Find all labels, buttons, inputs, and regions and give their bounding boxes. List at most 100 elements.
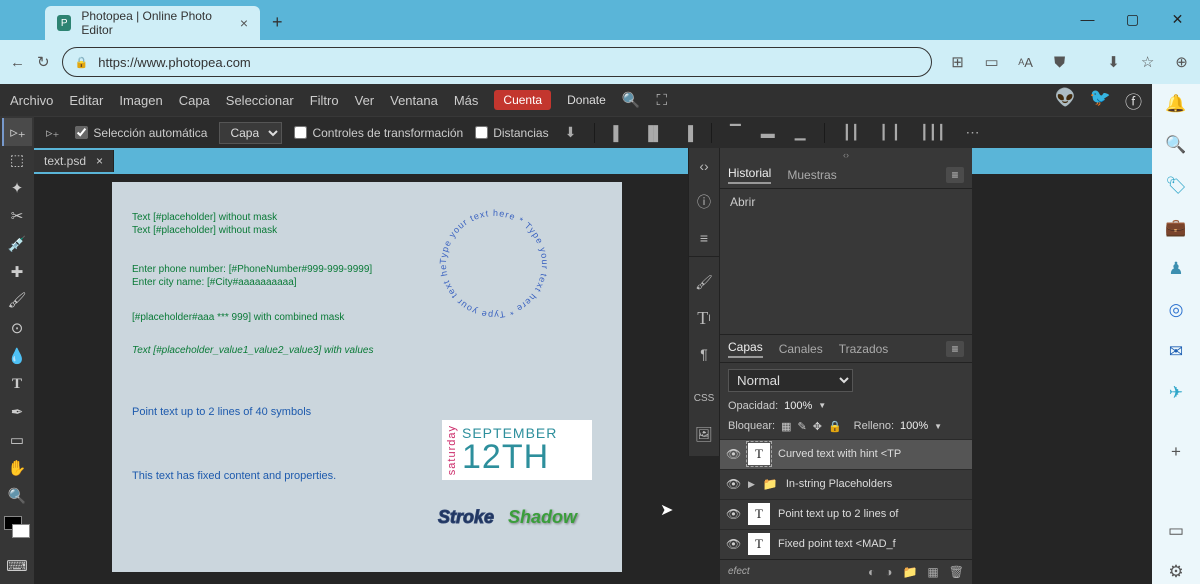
brush-panel-icon[interactable]: 🖌 (689, 264, 719, 300)
layer-row[interactable]: 👁 T Curved text with hint <TP (720, 439, 972, 469)
close-window-button[interactable]: ✕ (1155, 0, 1200, 38)
distribute-more-icon[interactable]: ⋯ (961, 124, 983, 141)
refresh-button[interactable]: ↻ (37, 48, 50, 76)
delete-layer-icon[interactable]: 🗑 (949, 565, 964, 579)
layer-row[interactable]: 👁 ▶ 📁 In-string Placeholders (720, 469, 972, 499)
maximize-button[interactable]: ▢ (1110, 0, 1155, 38)
search-icon[interactable]: 🔍 (622, 91, 641, 109)
adjust-icon[interactable]: ≡ (689, 220, 719, 256)
menu-seleccionar[interactable]: Seleccionar (226, 93, 294, 108)
auto-select-checkbox[interactable]: Selección automática (75, 126, 207, 140)
expand-icon[interactable]: ▶ (748, 479, 755, 490)
align-bottom-icon[interactable]: ▁ (791, 124, 810, 141)
menu-imagen[interactable]: Imagen (119, 93, 162, 108)
align-hcenter-icon[interactable]: ▐▌ (639, 125, 667, 141)
add-sidebar-icon[interactable]: + (1164, 441, 1188, 464)
visibility-icon[interactable]: 👁 (726, 537, 740, 551)
document-tab[interactable]: text.psd × (34, 150, 114, 172)
menu-archivo[interactable]: Archivo (10, 93, 53, 108)
menu-ventana[interactable]: Ventana (390, 93, 438, 108)
tracker-icon[interactable]: ⛊ (1046, 48, 1074, 76)
reddit-icon[interactable]: 👽 (1055, 88, 1076, 113)
lock-pixels-icon[interactable]: ▦ (781, 420, 791, 433)
pen-tool[interactable]: ✒ (2, 398, 32, 426)
panel-menu-icon[interactable]: ≡ (946, 167, 964, 183)
split-screen-icon[interactable]: ⊞ (944, 48, 972, 76)
outlook-icon[interactable]: ✉ (1164, 340, 1188, 363)
blur-tool[interactable]: 💧 (2, 342, 32, 370)
new-layer-icon[interactable]: ▦ (927, 565, 938, 579)
distribute-v-icon[interactable]: ┃┃┃ (916, 124, 949, 141)
effects-label[interactable]: efect (728, 566, 750, 577)
settings-sidebar-icon[interactable]: ⚙ (1164, 561, 1188, 584)
visibility-icon[interactable]: 👁 (726, 507, 740, 521)
lock-brush-icon[interactable]: ✎ (798, 420, 807, 433)
bell-icon[interactable]: 🔔 (1164, 92, 1188, 115)
tab-canales[interactable]: Canales (779, 342, 823, 356)
hand-tool[interactable]: ✋ (2, 454, 32, 482)
info-icon[interactable]: ⓘ (689, 184, 719, 220)
close-doc-icon[interactable]: × (96, 154, 103, 168)
layer-row[interactable]: 👁 T Point text up to 2 lines of (720, 499, 972, 529)
toolbox-icon[interactable]: 💼 (1164, 216, 1188, 239)
move-tool[interactable]: ▹₊ (2, 118, 32, 146)
visibility-icon[interactable]: 👁 (726, 477, 740, 491)
menu-ver[interactable]: Ver (355, 93, 375, 108)
facebook-icon[interactable]: ⓕ (1125, 88, 1142, 113)
downloads-icon[interactable]: ⬇ (1100, 48, 1128, 76)
lock-position-icon[interactable]: ✥ (813, 420, 822, 433)
menu-editar[interactable]: Editar (69, 93, 103, 108)
back-button[interactable]: ← (10, 48, 25, 76)
image-panel-icon[interactable]: 🖼 (689, 416, 719, 452)
collapse-sidebar-icon[interactable]: ▭ (1164, 519, 1188, 542)
new-folder-icon[interactable]: 📁 (902, 565, 917, 579)
clone-tool[interactable]: ⊙ (2, 314, 32, 342)
shape-tool[interactable]: ▭ (2, 426, 32, 454)
collections-icon[interactable]: ⊕ (1168, 48, 1196, 76)
brush-tool[interactable]: 🖌 (2, 286, 32, 314)
eyedropper-tool[interactable]: 💉 (2, 230, 32, 258)
align-left-icon[interactable]: ▌ (609, 125, 627, 141)
reader-icon[interactable]: ▭ (978, 48, 1006, 76)
edge-icon[interactable]: ◎ (1164, 299, 1188, 322)
wand-tool[interactable]: ✦ (2, 174, 32, 202)
tab-capas[interactable]: Capas (728, 340, 763, 358)
align-right-icon[interactable]: ▐ (679, 125, 697, 141)
telegram-icon[interactable]: ✈ (1164, 381, 1188, 404)
crop-tool[interactable]: ✂ (2, 202, 32, 230)
adjustment-layer-icon[interactable]: ◑ (885, 565, 892, 579)
lock-all-icon[interactable]: 🔒 (828, 420, 842, 433)
twitter-icon[interactable]: 🐦 (1090, 88, 1111, 113)
minimize-button[interactable]: — (1065, 0, 1110, 38)
quick-mask-icon[interactable]: ⌨ (2, 552, 32, 580)
css-panel-icon[interactable]: CSS (689, 380, 719, 416)
games-icon[interactable]: ♟ (1164, 257, 1188, 280)
opacity-slider-icon[interactable]: ▼ (818, 401, 826, 410)
search-sidebar-icon[interactable]: 🔍 (1164, 133, 1188, 156)
blend-mode-select[interactable]: Normal (728, 369, 853, 392)
character-panel-icon[interactable]: TI (689, 300, 719, 336)
close-tab-icon[interactable]: × (240, 15, 248, 31)
favorites-icon[interactable]: ☆ (1134, 48, 1162, 76)
opacity-value[interactable]: 100% (784, 400, 812, 412)
distances-checkbox[interactable]: Distancias (475, 126, 548, 140)
browser-tab[interactable]: P Photopea | Online Photo Editor × (45, 6, 260, 40)
tab-muestras[interactable]: Muestras (787, 168, 836, 182)
distribute-h-icon[interactable]: ┃┃ (839, 124, 864, 141)
layer-mask-icon[interactable]: ◐ (868, 565, 875, 579)
layer-select[interactable]: Capa (219, 122, 282, 144)
download-icon[interactable]: ⬇ (561, 124, 581, 141)
align-top-icon[interactable]: ▔ (726, 124, 745, 141)
account-button[interactable]: Cuenta (494, 90, 551, 110)
panel-collapse-icon[interactable]: ‹› (720, 148, 972, 162)
paragraph-panel-icon[interactable]: ¶ (689, 336, 719, 372)
tab-trazados[interactable]: Trazados (839, 342, 889, 356)
zoom-tool[interactable]: 🔍 (2, 482, 32, 510)
layer-row[interactable]: 👁 T Fixed point text <MAD_f (720, 529, 972, 559)
menu-capa[interactable]: Capa (179, 93, 210, 108)
shopping-icon[interactable]: 🏷 (1164, 175, 1188, 198)
text-tool[interactable]: T (2, 370, 32, 398)
visibility-icon[interactable]: 👁 (726, 447, 740, 461)
panel-menu-icon[interactable]: ≡ (946, 341, 964, 357)
menu-filtro[interactable]: Filtro (310, 93, 339, 108)
